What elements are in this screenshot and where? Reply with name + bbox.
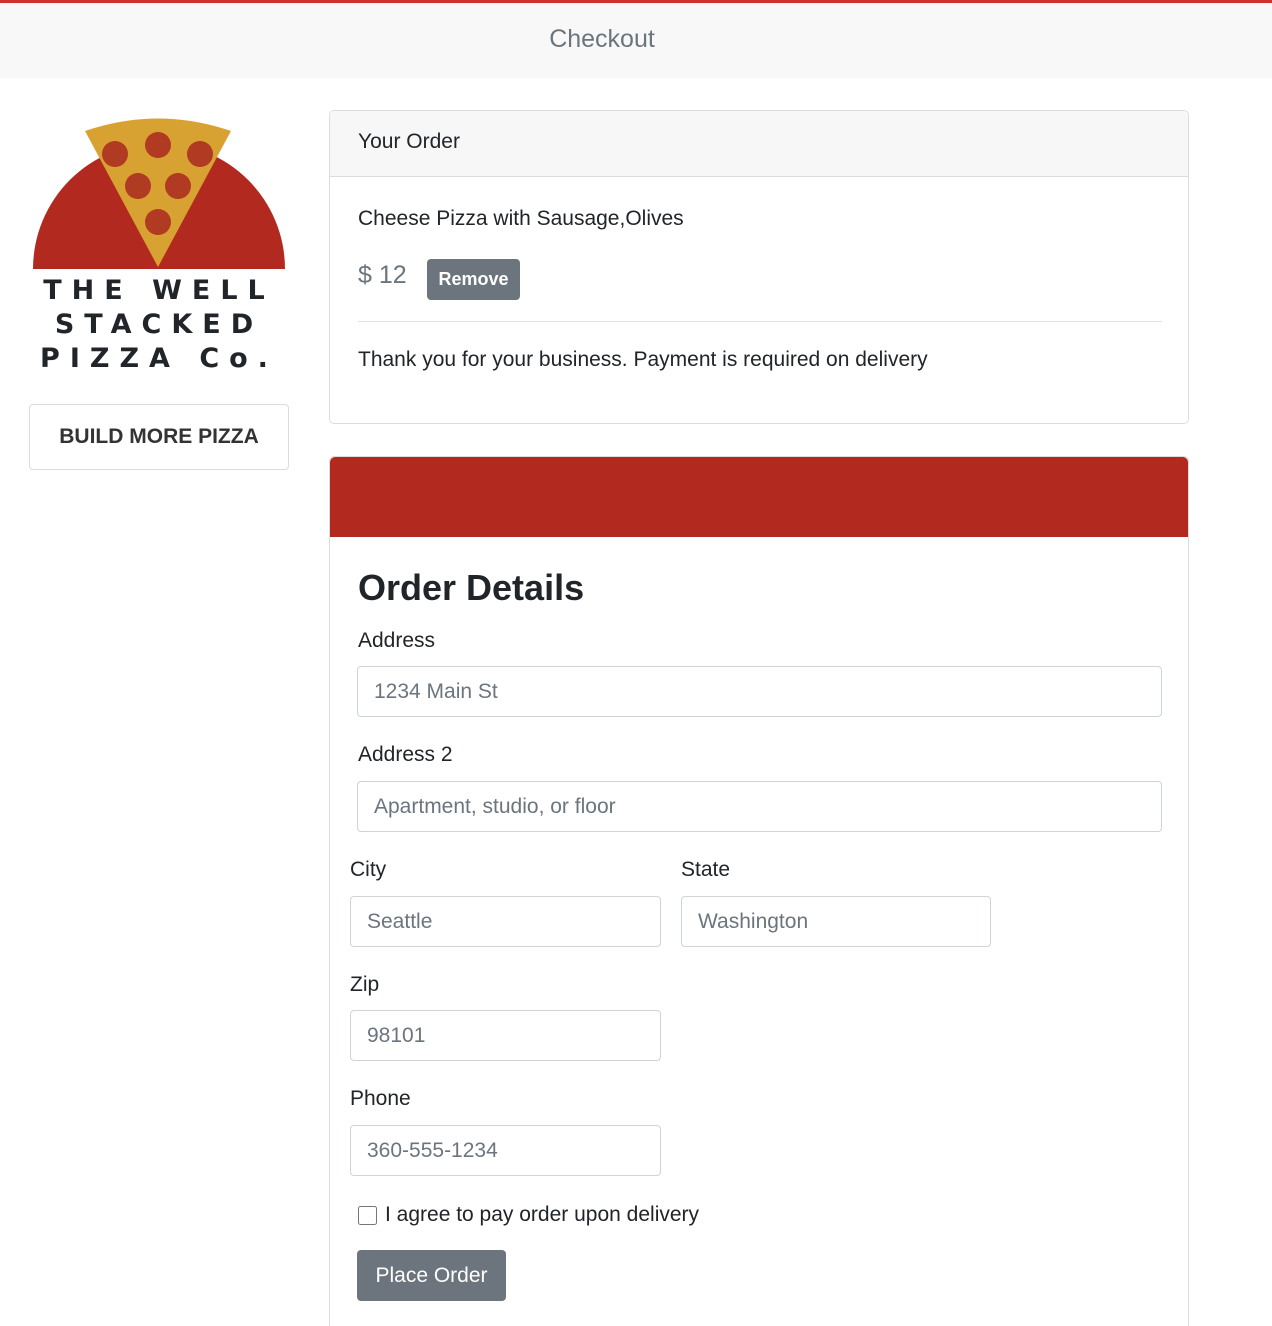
agree-checkbox[interactable] xyxy=(358,1205,377,1225)
brand-name-line-1: THE WELL xyxy=(43,275,275,306)
agree-checkbox-label[interactable]: I agree to pay order upon delivery xyxy=(385,1203,699,1227)
city-label: City xyxy=(350,858,387,881)
divider xyxy=(358,321,1162,322)
remove-item-button[interactable]: Remove xyxy=(427,259,520,300)
phone-input[interactable] xyxy=(350,1125,661,1176)
top-bar: Checkout xyxy=(0,3,1272,78)
brand-name-line-3: PIZZA Co. xyxy=(40,343,278,374)
state-input[interactable] xyxy=(681,896,991,947)
pizza-slice-icon xyxy=(33,118,285,269)
order-item-name: Cheese Pizza with Sausage,Olives xyxy=(358,207,684,230)
zip-input[interactable] xyxy=(350,1010,661,1061)
order-item-price: $ 12 xyxy=(358,261,407,289)
zip-label: Zip xyxy=(350,973,380,996)
page-title: Checkout xyxy=(549,25,655,53)
place-order-button[interactable]: Place Order xyxy=(357,1250,506,1301)
build-more-pizza-button[interactable]: BUILD MORE PIZZA xyxy=(29,404,289,470)
brand-name-line-2: STACKED xyxy=(54,309,264,340)
city-input[interactable] xyxy=(350,896,661,947)
brand-logo[interactable]: THE WELL STACKED PIZZA Co. xyxy=(28,112,290,377)
address-2-input[interactable] xyxy=(357,781,1162,832)
your-order-heading: Your Order xyxy=(330,111,1188,177)
address-label: Address xyxy=(358,629,436,652)
your-order-card: Your Order Cheese Pizza with Sausage,Oli… xyxy=(329,110,1189,424)
address-2-label: Address 2 xyxy=(358,743,453,766)
order-details-card: Order Details Address Address 2 City Sta… xyxy=(329,456,1189,1326)
state-label: State xyxy=(681,858,731,881)
card-accent-header xyxy=(330,457,1188,537)
phone-label: Phone xyxy=(350,1087,411,1110)
agree-checkbox-row[interactable]: I agree to pay order upon delivery xyxy=(358,1203,699,1227)
address-input[interactable] xyxy=(357,666,1162,717)
order-details-heading: Order Details xyxy=(358,567,585,608)
payment-note: Thank you for your business. Payment is … xyxy=(358,348,928,371)
